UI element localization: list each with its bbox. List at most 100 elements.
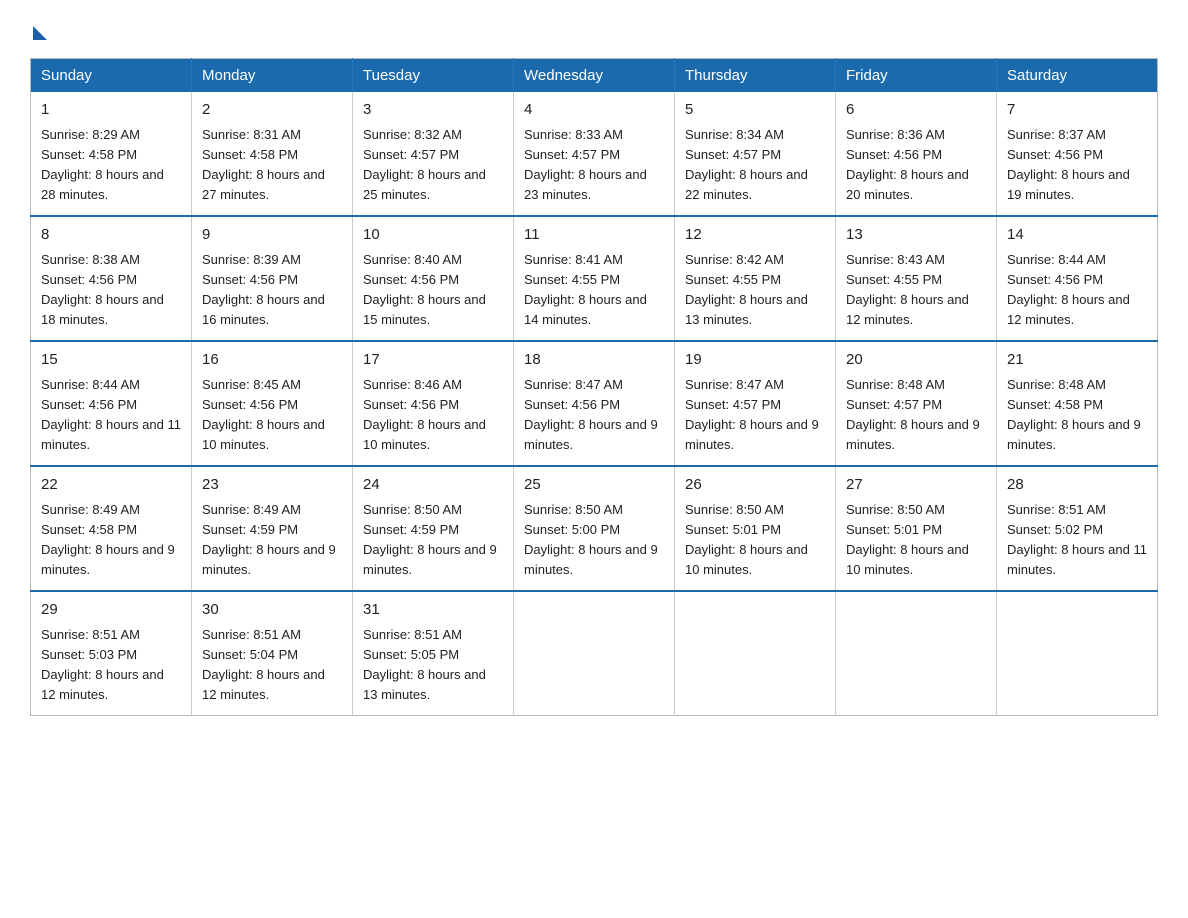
calendar-day-cell: 24Sunrise: 8:50 AMSunset: 4:59 PMDayligh… [353, 466, 514, 591]
calendar-day-cell: 5 Sunrise: 8:34 AMSunset: 4:57 PMDaylight… [675, 92, 836, 216]
day-number: 21 [1007, 349, 1147, 372]
calendar-day-cell: 6 Sunrise: 8:36 AMSunset: 4:56 PMDaylight… [836, 92, 997, 216]
calendar-header-sunday: Sunday [31, 59, 192, 93]
calendar-day-cell: 22 Sunrise: 8:49 AMSunset: 4:58 PMDayligh… [31, 466, 192, 591]
day-number: 28 [1007, 474, 1147, 497]
calendar-day-cell: 30 Sunrise: 8:51 AMSunset: 5:04 PMDayligh… [192, 591, 353, 716]
day-number: 31 [363, 599, 503, 622]
day-number: 20 [846, 349, 986, 372]
day-info: Sunrise: 8:49 AMSunset: 4:58 PMDaylight:… [41, 502, 175, 577]
day-number: 10 [363, 224, 503, 247]
day-number: 12 [685, 224, 825, 247]
calendar-day-cell [514, 591, 675, 716]
day-number: 9 [202, 224, 342, 247]
calendar-day-cell [675, 591, 836, 716]
day-info: Sunrise: 8:37 AMSunset: 4:56 PMDaylight:… [1007, 127, 1130, 202]
calendar-header-row: SundayMondayTuesdayWednesdayThursdayFrid… [31, 59, 1158, 93]
day-info: Sunrise: 8:42 AMSunset: 4:55 PMDaylight:… [685, 252, 808, 327]
calendar-day-cell: 27 Sunrise: 8:50 AMSunset: 5:01 PMDayligh… [836, 466, 997, 591]
calendar-day-cell: 12 Sunrise: 8:42 AMSunset: 4:55 PMDayligh… [675, 216, 836, 341]
day-info: Sunrise: 8:45 AMSunset: 4:56 PMDaylight:… [202, 377, 325, 452]
calendar-day-cell: 2 Sunrise: 8:31 AMSunset: 4:58 PMDaylight… [192, 92, 353, 216]
day-info: Sunrise: 8:50 AMSunset: 5:01 PMDaylight:… [685, 502, 808, 577]
calendar-day-cell: 28 Sunrise: 8:51 AMSunset: 5:02 PMDayligh… [997, 466, 1158, 591]
day-number: 6 [846, 99, 986, 122]
day-number: 22 [41, 474, 181, 497]
calendar-day-cell [836, 591, 997, 716]
calendar-day-cell: 31 Sunrise: 8:51 AMSunset: 5:05 PMDayligh… [353, 591, 514, 716]
calendar-day-cell: 14 Sunrise: 8:44 AMSunset: 4:56 PMDayligh… [997, 216, 1158, 341]
day-info: Sunrise: 8:50 AMSunset: 5:00 PMDaylight:… [524, 502, 658, 577]
calendar-header-monday: Monday [192, 59, 353, 93]
calendar-day-cell: 29 Sunrise: 8:51 AMSunset: 5:03 PMDayligh… [31, 591, 192, 716]
calendar-day-cell: 1Sunrise: 8:29 AMSunset: 4:58 PMDaylight… [31, 92, 192, 216]
calendar-day-cell: 25 Sunrise: 8:50 AMSunset: 5:00 PMDayligh… [514, 466, 675, 591]
day-info: Sunrise: 8:51 AMSunset: 5:05 PMDaylight:… [363, 627, 486, 702]
day-info: Sunrise: 8:32 AMSunset: 4:57 PMDaylight:… [363, 127, 486, 202]
calendar-day-cell: 8 Sunrise: 8:38 AMSunset: 4:56 PMDaylight… [31, 216, 192, 341]
calendar-header-thursday: Thursday [675, 59, 836, 93]
day-info: Sunrise: 8:33 AMSunset: 4:57 PMDaylight:… [524, 127, 647, 202]
day-info: Sunrise: 8:51 AMSunset: 5:04 PMDaylight:… [202, 627, 325, 702]
calendar-table: SundayMondayTuesdayWednesdayThursdayFrid… [30, 58, 1158, 716]
calendar-day-cell: 15Sunrise: 8:44 AMSunset: 4:56 PMDayligh… [31, 341, 192, 466]
day-number: 1 [41, 99, 181, 122]
day-number: 4 [524, 99, 664, 122]
day-info: Sunrise: 8:47 AMSunset: 4:56 PMDaylight:… [524, 377, 658, 452]
day-info: Sunrise: 8:51 AMSunset: 5:03 PMDaylight:… [41, 627, 164, 702]
calendar-header-saturday: Saturday [997, 59, 1158, 93]
calendar-day-cell: 7 Sunrise: 8:37 AMSunset: 4:56 PMDaylight… [997, 92, 1158, 216]
calendar-day-cell: 13Sunrise: 8:43 AMSunset: 4:55 PMDayligh… [836, 216, 997, 341]
day-info: Sunrise: 8:31 AMSunset: 4:58 PMDaylight:… [202, 127, 325, 202]
day-info: Sunrise: 8:50 AMSunset: 5:01 PMDaylight:… [846, 502, 969, 577]
page-header [30, 20, 1158, 40]
day-number: 8 [41, 224, 181, 247]
day-info: Sunrise: 8:48 AMSunset: 4:57 PMDaylight:… [846, 377, 980, 452]
day-number: 13 [846, 224, 986, 247]
day-number: 16 [202, 349, 342, 372]
calendar-day-cell: 3 Sunrise: 8:32 AMSunset: 4:57 PMDaylight… [353, 92, 514, 216]
day-info: Sunrise: 8:44 AMSunset: 4:56 PMDaylight:… [1007, 252, 1130, 327]
day-number: 27 [846, 474, 986, 497]
calendar-day-cell: 17 Sunrise: 8:46 AMSunset: 4:56 PMDayligh… [353, 341, 514, 466]
day-info: Sunrise: 8:49 AMSunset: 4:59 PMDaylight:… [202, 502, 336, 577]
day-info: Sunrise: 8:41 AMSunset: 4:55 PMDaylight:… [524, 252, 647, 327]
calendar-week-row: 22 Sunrise: 8:49 AMSunset: 4:58 PMDayligh… [31, 466, 1158, 591]
calendar-day-cell: 19 Sunrise: 8:47 AMSunset: 4:57 PMDayligh… [675, 341, 836, 466]
day-number: 19 [685, 349, 825, 372]
day-info: Sunrise: 8:51 AMSunset: 5:02 PMDaylight:… [1007, 502, 1147, 577]
calendar-week-row: 29 Sunrise: 8:51 AMSunset: 5:03 PMDayligh… [31, 591, 1158, 716]
calendar-day-cell: 16 Sunrise: 8:45 AMSunset: 4:56 PMDayligh… [192, 341, 353, 466]
day-number: 7 [1007, 99, 1147, 122]
day-info: Sunrise: 8:40 AMSunset: 4:56 PMDaylight:… [363, 252, 486, 327]
calendar-day-cell: 20 Sunrise: 8:48 AMSunset: 4:57 PMDayligh… [836, 341, 997, 466]
day-number: 30 [202, 599, 342, 622]
day-info: Sunrise: 8:48 AMSunset: 4:58 PMDaylight:… [1007, 377, 1141, 452]
day-info: Sunrise: 8:46 AMSunset: 4:56 PMDaylight:… [363, 377, 486, 452]
day-number: 23 [202, 474, 342, 497]
calendar-day-cell: 23 Sunrise: 8:49 AMSunset: 4:59 PMDayligh… [192, 466, 353, 591]
day-info: Sunrise: 8:47 AMSunset: 4:57 PMDaylight:… [685, 377, 819, 452]
calendar-day-cell: 4 Sunrise: 8:33 AMSunset: 4:57 PMDaylight… [514, 92, 675, 216]
day-number: 25 [524, 474, 664, 497]
day-number: 11 [524, 224, 664, 247]
calendar-day-cell [997, 591, 1158, 716]
logo [30, 20, 47, 40]
day-number: 5 [685, 99, 825, 122]
calendar-header-tuesday: Tuesday [353, 59, 514, 93]
day-number: 17 [363, 349, 503, 372]
day-number: 14 [1007, 224, 1147, 247]
calendar-day-cell: 11 Sunrise: 8:41 AMSunset: 4:55 PMDayligh… [514, 216, 675, 341]
day-number: 29 [41, 599, 181, 622]
calendar-week-row: 1Sunrise: 8:29 AMSunset: 4:58 PMDaylight… [31, 92, 1158, 216]
calendar-day-cell: 9 Sunrise: 8:39 AMSunset: 4:56 PMDaylight… [192, 216, 353, 341]
day-info: Sunrise: 8:44 AMSunset: 4:56 PMDaylight:… [41, 377, 181, 452]
day-info: Sunrise: 8:38 AMSunset: 4:56 PMDaylight:… [41, 252, 164, 327]
calendar-week-row: 8 Sunrise: 8:38 AMSunset: 4:56 PMDaylight… [31, 216, 1158, 341]
day-info: Sunrise: 8:39 AMSunset: 4:56 PMDaylight:… [202, 252, 325, 327]
day-info: Sunrise: 8:34 AMSunset: 4:57 PMDaylight:… [685, 127, 808, 202]
logo-arrow-icon [33, 26, 47, 40]
day-number: 2 [202, 99, 342, 122]
day-info: Sunrise: 8:36 AMSunset: 4:56 PMDaylight:… [846, 127, 969, 202]
day-number: 3 [363, 99, 503, 122]
